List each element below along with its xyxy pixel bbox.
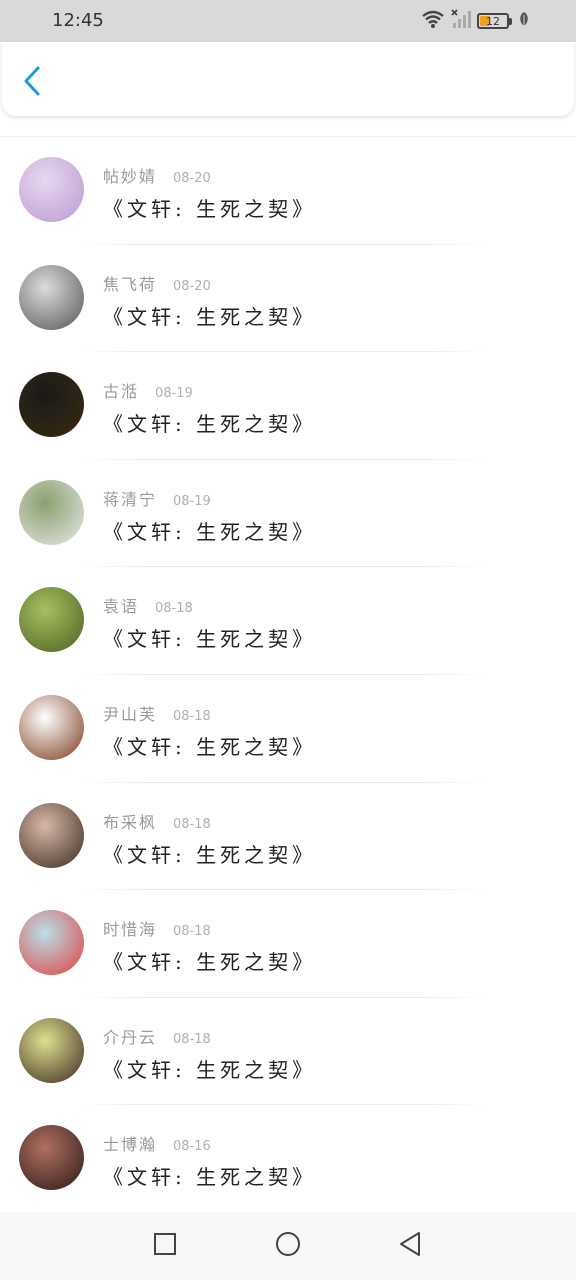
battery-body: 12 bbox=[477, 13, 509, 29]
message-date: 08-18 bbox=[173, 924, 211, 940]
message-meta: 时惜海 08-18 bbox=[103, 916, 211, 940]
list-item[interactable]: 布采枫 08-18 《文轩: 生死之契》 bbox=[0, 783, 576, 891]
avatar[interactable] bbox=[19, 264, 84, 330]
message-text: 《文轩: 生死之契》 bbox=[103, 1057, 317, 1082]
message-meta: 袁语 08-18 bbox=[103, 593, 193, 617]
sender-name: 时惜海 bbox=[103, 920, 158, 940]
message-date: 08-20 bbox=[173, 278, 211, 294]
chevron-left-icon bbox=[23, 66, 41, 100]
message-text: 《文轩: 生死之契》 bbox=[103, 842, 317, 867]
message-text: 《文轩: 生死之契》 bbox=[103, 627, 317, 652]
message-meta: 帖妙婧 08-20 bbox=[103, 163, 211, 187]
list-item[interactable]: 袁语 08-18 《文轩: 生死之契》 bbox=[0, 567, 576, 675]
avatar[interactable] bbox=[19, 802, 84, 868]
status-time: 12:45 bbox=[52, 10, 104, 31]
message-meta: 介丹云 08-18 bbox=[103, 1024, 211, 1048]
message-text: 《文轩: 生死之契》 bbox=[103, 519, 317, 544]
message-date: 08-18 bbox=[173, 1031, 211, 1047]
message-meta: 尹山芙 08-18 bbox=[103, 701, 211, 725]
cellular-signal-icon bbox=[451, 9, 471, 33]
avatar[interactable] bbox=[19, 1017, 84, 1083]
message-date: 08-18 bbox=[173, 816, 211, 832]
recent-apps-button[interactable] bbox=[151, 1232, 179, 1260]
sender-name: 帖妙婧 bbox=[103, 167, 158, 186]
recent-apps-icon bbox=[153, 1232, 177, 1260]
avatar[interactable] bbox=[19, 479, 84, 545]
message-date: 08-18 bbox=[173, 708, 211, 724]
list-item[interactable]: 时惜海 08-18 《文轩: 生死之契》 bbox=[0, 890, 576, 998]
home-icon bbox=[275, 1231, 301, 1261]
avatar[interactable] bbox=[19, 587, 84, 653]
message-list: 帖妙婧 08-20 《文轩: 生死之契》 焦飞荷 08-20 《文轩: 生死之契》 古湉 08… bbox=[0, 137, 576, 1213]
sender-name: 士博瀚 bbox=[103, 1135, 158, 1155]
avatar[interactable] bbox=[19, 1125, 84, 1191]
message-text: 《文轩: 生死之契》 bbox=[103, 304, 317, 329]
avatar[interactable] bbox=[19, 694, 84, 760]
message-text: 《文轩: 生死之契》 bbox=[103, 734, 317, 759]
message-meta: 焦飞荷 08-20 bbox=[103, 271, 211, 295]
back-triangle-icon bbox=[398, 1231, 422, 1261]
leaf-icon bbox=[518, 11, 530, 31]
avatar[interactable] bbox=[19, 372, 84, 438]
list-item[interactable]: 介丹云 08-18 《文轩: 生死之契》 bbox=[0, 998, 576, 1106]
message-date: 08-20 bbox=[173, 171, 211, 186]
message-meta: 古湉 08-19 bbox=[103, 378, 193, 402]
message-meta: 士博瀚 08-16 bbox=[103, 1131, 211, 1155]
sender-name: 袁语 bbox=[103, 597, 140, 617]
message-date: 08-16 bbox=[173, 1139, 211, 1155]
sender-name: 布采枫 bbox=[103, 812, 158, 832]
system-nav-bar bbox=[0, 1212, 576, 1280]
message-text: 《文轩: 生死之契》 bbox=[103, 197, 317, 221]
battery-icon: 12 bbox=[477, 13, 512, 29]
message-date: 08-19 bbox=[155, 386, 193, 402]
list-item[interactable]: 尹山芙 08-18 《文轩: 生死之契》 bbox=[0, 675, 576, 783]
message-text: 《文轩: 生死之契》 bbox=[103, 950, 317, 975]
message-date: 08-18 bbox=[155, 601, 193, 617]
sender-name: 蒋清宁 bbox=[103, 489, 158, 509]
sender-name: 尹山芙 bbox=[103, 704, 158, 724]
message-text: 《文轩: 生死之契》 bbox=[103, 412, 317, 437]
sender-name: 焦飞荷 bbox=[103, 274, 158, 294]
avatar[interactable] bbox=[19, 910, 84, 976]
list-item[interactable]: 士博瀚 08-16 《文轩: 生死之契》 bbox=[0, 1105, 576, 1213]
battery-level: 12 bbox=[486, 14, 500, 28]
battery-cap bbox=[509, 17, 512, 25]
sender-name: 古湉 bbox=[103, 382, 140, 402]
status-icons: 12 bbox=[421, 9, 530, 33]
sender-name: 介丹云 bbox=[103, 1027, 158, 1047]
header bbox=[2, 42, 574, 116]
wifi-icon bbox=[421, 9, 445, 33]
list-item[interactable]: 帖妙婧 08-20 《文轩: 生死之契》 bbox=[0, 137, 576, 245]
back-nav-button[interactable] bbox=[396, 1232, 424, 1260]
home-button[interactable] bbox=[274, 1232, 302, 1260]
message-text: 《文轩: 生死之契》 bbox=[103, 1165, 317, 1190]
list-item[interactable]: 古湉 08-19 《文轩: 生死之契》 bbox=[0, 352, 576, 460]
list-item[interactable]: 蒋清宁 08-19 《文轩: 生死之契》 bbox=[0, 460, 576, 568]
list-item[interactable]: 焦飞荷 08-20 《文轩: 生死之契》 bbox=[0, 245, 576, 353]
message-meta: 布采枫 08-18 bbox=[103, 809, 211, 833]
message-meta: 蒋清宁 08-19 bbox=[103, 486, 211, 510]
status-bar: 12:45 12 bbox=[0, 0, 576, 42]
avatar[interactable] bbox=[19, 157, 84, 222]
back-button[interactable] bbox=[18, 66, 46, 100]
message-date: 08-19 bbox=[173, 493, 211, 509]
